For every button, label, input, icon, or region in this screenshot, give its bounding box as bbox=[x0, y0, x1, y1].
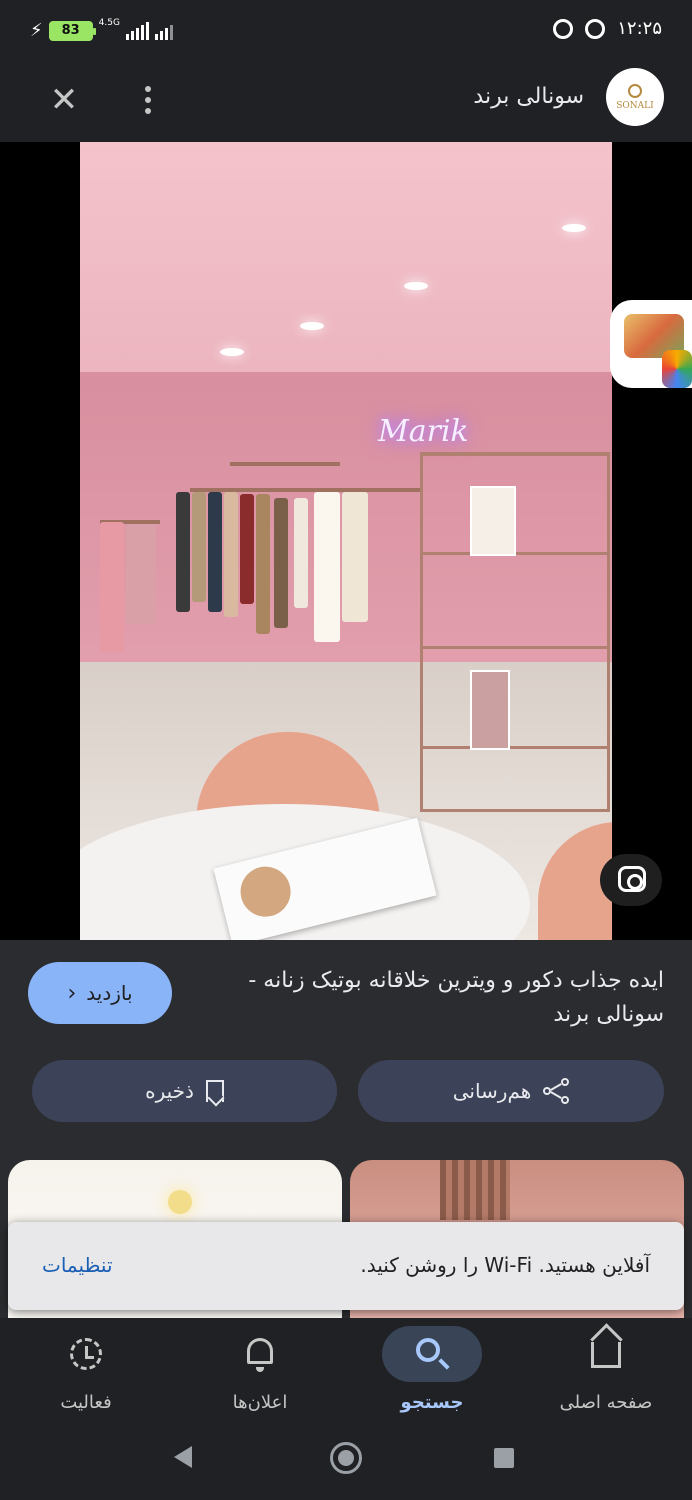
nav-label: اعلان‌ها bbox=[232, 1392, 288, 1413]
charging-icon: ⚡ bbox=[30, 20, 43, 41]
chrome-icon bbox=[585, 18, 606, 39]
share-button[interactable]: هم‌رسانی bbox=[358, 1060, 664, 1122]
close-icon: ✕ bbox=[49, 80, 79, 120]
site-logo[interactable]: SONALI bbox=[606, 68, 664, 126]
search-icon bbox=[416, 1338, 440, 1362]
activity-icon bbox=[70, 1338, 102, 1370]
next-image-preview[interactable] bbox=[610, 300, 692, 388]
nav-notifications[interactable]: اعلان‌ها bbox=[190, 1326, 330, 1426]
nav-label: جستجو bbox=[400, 1392, 464, 1413]
close-button[interactable]: ✕ bbox=[46, 82, 82, 118]
notification-app-icon bbox=[553, 18, 574, 39]
save-label: ذخیره bbox=[145, 1079, 194, 1103]
nav-label: صفحه اصلی bbox=[559, 1392, 653, 1413]
site-name[interactable]: سونالی برند bbox=[473, 84, 584, 109]
result-image[interactable]: Marik bbox=[80, 142, 612, 940]
bottom-navigation: صفحه اصلی جستجو اعلان‌ها فعالیت bbox=[0, 1318, 692, 1430]
chevron-left-icon: ‹ bbox=[67, 980, 77, 1006]
logo-text: SONALI bbox=[616, 100, 654, 111]
home-icon bbox=[591, 1342, 621, 1368]
share-icon bbox=[543, 1078, 570, 1104]
network-type: 4.5G bbox=[98, 17, 120, 28]
viewer-header: ✕ SONALI سونالی برند bbox=[0, 62, 692, 142]
share-label: هم‌رسانی bbox=[452, 1079, 532, 1103]
save-button[interactable]: ذخیره bbox=[32, 1060, 337, 1122]
status-right: ۱۲:۲۵ bbox=[553, 18, 662, 39]
camera-search-icon bbox=[618, 866, 646, 892]
neon-sign: Marik bbox=[378, 414, 469, 449]
clock: ۱۲:۲۵ bbox=[617, 18, 662, 39]
snackbar-message: آفلاین هستید. Wi-Fi را روشن کنید. bbox=[360, 1253, 650, 1277]
bell-icon bbox=[247, 1338, 273, 1372]
signal-2-icon bbox=[154, 22, 173, 40]
battery-indicator: 83 bbox=[48, 20, 96, 41]
recents-icon[interactable] bbox=[494, 1448, 514, 1468]
status-bar: ⚡ 83 4.5G ۱۲:۲۵ bbox=[0, 0, 692, 62]
settings-action[interactable]: تنظیمات bbox=[42, 1253, 113, 1277]
nav-search[interactable]: جستجو bbox=[362, 1326, 502, 1426]
nav-activity[interactable]: فعالیت bbox=[16, 1326, 156, 1426]
visit-button[interactable]: بازدید ‹ bbox=[28, 962, 172, 1024]
visit-label: بازدید bbox=[86, 981, 133, 1005]
bookmark-icon bbox=[205, 1080, 224, 1102]
status-left: ⚡ 83 4.5G bbox=[30, 17, 173, 41]
more-options-button[interactable] bbox=[140, 82, 156, 118]
back-icon[interactable] bbox=[174, 1446, 192, 1468]
sun-icon bbox=[628, 83, 642, 98]
system-navigation bbox=[0, 1430, 692, 1500]
home-circle-icon[interactable] bbox=[330, 1442, 362, 1474]
offline-snackbar: آفلاین هستید. Wi-Fi را روشن کنید. تنظیما… bbox=[8, 1222, 684, 1310]
lens-button[interactable] bbox=[600, 854, 662, 906]
result-info-panel: بازدید ‹ ایده جذاب دکور و ویترین خلاقانه… bbox=[0, 940, 692, 1160]
signal-icon bbox=[125, 21, 149, 40]
result-title[interactable]: ایده جذاب دکور و ویترین خلاقانه بوتیک زن… bbox=[194, 964, 664, 1032]
image-viewer: Marik bbox=[0, 142, 692, 940]
app-badge-icon bbox=[662, 350, 692, 388]
nav-home[interactable]: صفحه اصلی bbox=[536, 1326, 676, 1426]
nav-label: فعالیت bbox=[60, 1392, 112, 1413]
